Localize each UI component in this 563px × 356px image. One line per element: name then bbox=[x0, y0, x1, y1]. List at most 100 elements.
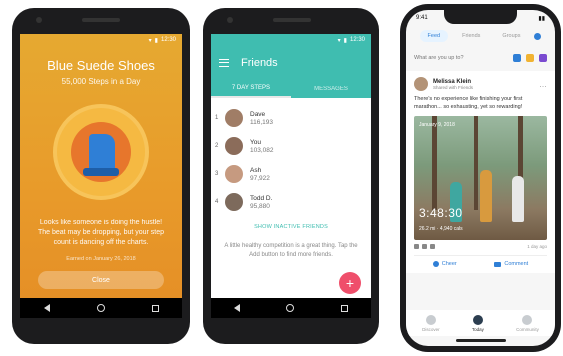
nav-today[interactable]: Today bbox=[471, 314, 484, 332]
front-camera bbox=[227, 17, 233, 23]
earned-date: Earned on January 26, 2018 bbox=[66, 256, 136, 262]
page-title: Friends bbox=[241, 57, 278, 69]
badge-message: Looks like someone is doing the hustle! … bbox=[37, 219, 165, 246]
nav-label: Today bbox=[471, 326, 484, 332]
status-bar: ▾ ▮ 12:30 bbox=[20, 34, 182, 46]
photo-date: January 9, 2018 bbox=[419, 122, 455, 128]
reaction-icon bbox=[414, 244, 419, 249]
post-photo[interactable]: January 9, 2018 3:48:30 26.2 mi · 4,940 … bbox=[414, 116, 547, 240]
comment-icon bbox=[494, 261, 502, 267]
front-camera bbox=[36, 17, 42, 23]
avatar bbox=[225, 165, 243, 183]
speaker-grille bbox=[82, 18, 120, 22]
friend-rank: 4 bbox=[215, 199, 219, 205]
android-phone-badge: ▾ ▮ 12:30 Blue Suede Shoes 55,000 Steps … bbox=[12, 8, 190, 344]
friend-steps: 95,880 bbox=[250, 202, 270, 210]
comment-button[interactable]: Comment bbox=[494, 261, 528, 267]
profile-icon[interactable] bbox=[534, 32, 542, 40]
bottom-nav: Discover Today Community bbox=[406, 310, 555, 336]
compass-icon bbox=[425, 314, 436, 325]
friend-name: Dave bbox=[250, 110, 266, 118]
list-item[interactable]: 4 Todd D. 95,880 bbox=[211, 188, 371, 216]
back-icon[interactable] bbox=[234, 304, 241, 312]
community-icon bbox=[522, 314, 533, 325]
cheer-label: Cheer bbox=[441, 261, 457, 267]
friend-steps: 116,193 bbox=[250, 118, 274, 126]
leaderboard-list: 1 Dave 116,193 2 You 103,082 3 Ash 97,92… bbox=[211, 104, 371, 216]
nav-community[interactable]: Community bbox=[516, 314, 539, 332]
android-phone-friends: ▾ ▮ 12:30 Friends 7 DAY STEPS MESSAGES 1… bbox=[203, 8, 379, 344]
badge-subtitle: 55,000 Steps in a Day bbox=[61, 77, 141, 86]
close-button[interactable]: Close bbox=[38, 271, 164, 289]
compose-row bbox=[406, 51, 555, 65]
post-author[interactable]: Melissa Klein bbox=[433, 79, 473, 85]
list-item[interactable]: 2 You 103,082 bbox=[211, 132, 371, 160]
avatar[interactable] bbox=[414, 77, 428, 91]
wifi-icon: ▾ bbox=[148, 37, 152, 44]
iphone-feed: 9:41 ▮▮ Feed Friends Groups Melissa Klei… bbox=[400, 4, 561, 352]
recents-icon[interactable] bbox=[151, 304, 159, 312]
tree-trunk bbox=[432, 116, 437, 210]
reaction-icons bbox=[414, 244, 435, 249]
badge-inner-circle bbox=[71, 122, 131, 182]
tab-7-day-steps[interactable]: 7 DAY STEPS bbox=[211, 80, 291, 98]
friends-appbar: ▾ ▮ 12:30 Friends 7 DAY STEPS MESSAGES bbox=[211, 34, 371, 98]
friends-tabs: 7 DAY STEPS MESSAGES bbox=[211, 80, 371, 98]
post-visibility: Shared with Friends bbox=[433, 84, 474, 90]
battery-icon: ▮ bbox=[343, 37, 347, 44]
list-item[interactable]: 1 Dave 116,193 bbox=[211, 104, 371, 132]
shoe-icon bbox=[89, 134, 115, 172]
status-time: 12:30 bbox=[349, 37, 365, 43]
speaker-grille bbox=[273, 18, 311, 22]
photo-time: 3:48:30 bbox=[419, 206, 463, 220]
friend-name: Ash bbox=[250, 166, 262, 174]
menu-icon[interactable] bbox=[219, 59, 229, 67]
camera-icon[interactable] bbox=[539, 54, 547, 62]
tab-feed[interactable]: Feed bbox=[419, 30, 449, 42]
battery-icon: ▮ bbox=[154, 37, 158, 44]
avatar bbox=[225, 193, 243, 211]
status-time: 12:30 bbox=[160, 37, 176, 43]
status-bar: ▾ ▮ 12:30 bbox=[211, 34, 371, 46]
runner-figure bbox=[512, 176, 524, 222]
status-time: 9:41 bbox=[416, 15, 428, 21]
home-icon[interactable] bbox=[286, 304, 295, 312]
post-footer: 1 day ago bbox=[414, 244, 547, 249]
iphone-notch bbox=[444, 10, 517, 24]
recents-icon[interactable] bbox=[340, 304, 348, 312]
friend-steps: 103,082 bbox=[250, 146, 274, 154]
android-nav-bar bbox=[20, 298, 182, 318]
back-icon[interactable] bbox=[43, 304, 50, 312]
compose-input[interactable] bbox=[414, 55, 494, 61]
tab-friends[interactable]: Friends bbox=[454, 30, 488, 42]
home-indicator[interactable] bbox=[456, 339, 506, 342]
post-header: Melissa Klein Shared with Friends … bbox=[414, 77, 547, 91]
badge-emblem bbox=[53, 104, 149, 200]
compose-icons bbox=[513, 54, 547, 62]
show-inactive-link[interactable]: SHOW INACTIVE FRIENDS bbox=[211, 224, 371, 230]
tab-messages[interactable]: MESSAGES bbox=[291, 80, 371, 98]
list-item[interactable]: 3 Ash 97,922 bbox=[211, 160, 371, 188]
feed-tabs: Feed Friends Groups bbox=[406, 30, 555, 42]
friend-rank: 2 bbox=[215, 143, 219, 149]
friend-steps: 97,922 bbox=[250, 174, 270, 182]
home-icon[interactable] bbox=[96, 304, 105, 312]
tab-groups[interactable]: Groups bbox=[494, 30, 528, 42]
add-friend-button[interactable]: + bbox=[339, 272, 361, 294]
friend-name: Todd D. bbox=[250, 194, 273, 202]
runner-figure bbox=[480, 170, 492, 222]
trophy-icon[interactable] bbox=[526, 54, 534, 62]
avatar bbox=[225, 109, 243, 127]
reaction-icon bbox=[422, 244, 427, 249]
nav-label: Community bbox=[516, 326, 539, 332]
post-card: Melissa Klein Shared with Friends … Ther… bbox=[406, 71, 555, 273]
post-text: There's no experience like finishing you… bbox=[414, 96, 523, 110]
run-icon[interactable] bbox=[513, 54, 521, 62]
nav-discover[interactable]: Discover bbox=[422, 314, 440, 332]
friends-screen: ▾ ▮ 12:30 Friends 7 DAY STEPS MESSAGES 1… bbox=[211, 34, 371, 304]
more-options-icon[interactable]: … bbox=[539, 80, 547, 89]
cheer-button[interactable]: Cheer bbox=[432, 261, 457, 267]
friends-header: Friends bbox=[211, 46, 371, 80]
today-icon bbox=[472, 314, 483, 325]
friend-rank: 1 bbox=[215, 115, 219, 121]
